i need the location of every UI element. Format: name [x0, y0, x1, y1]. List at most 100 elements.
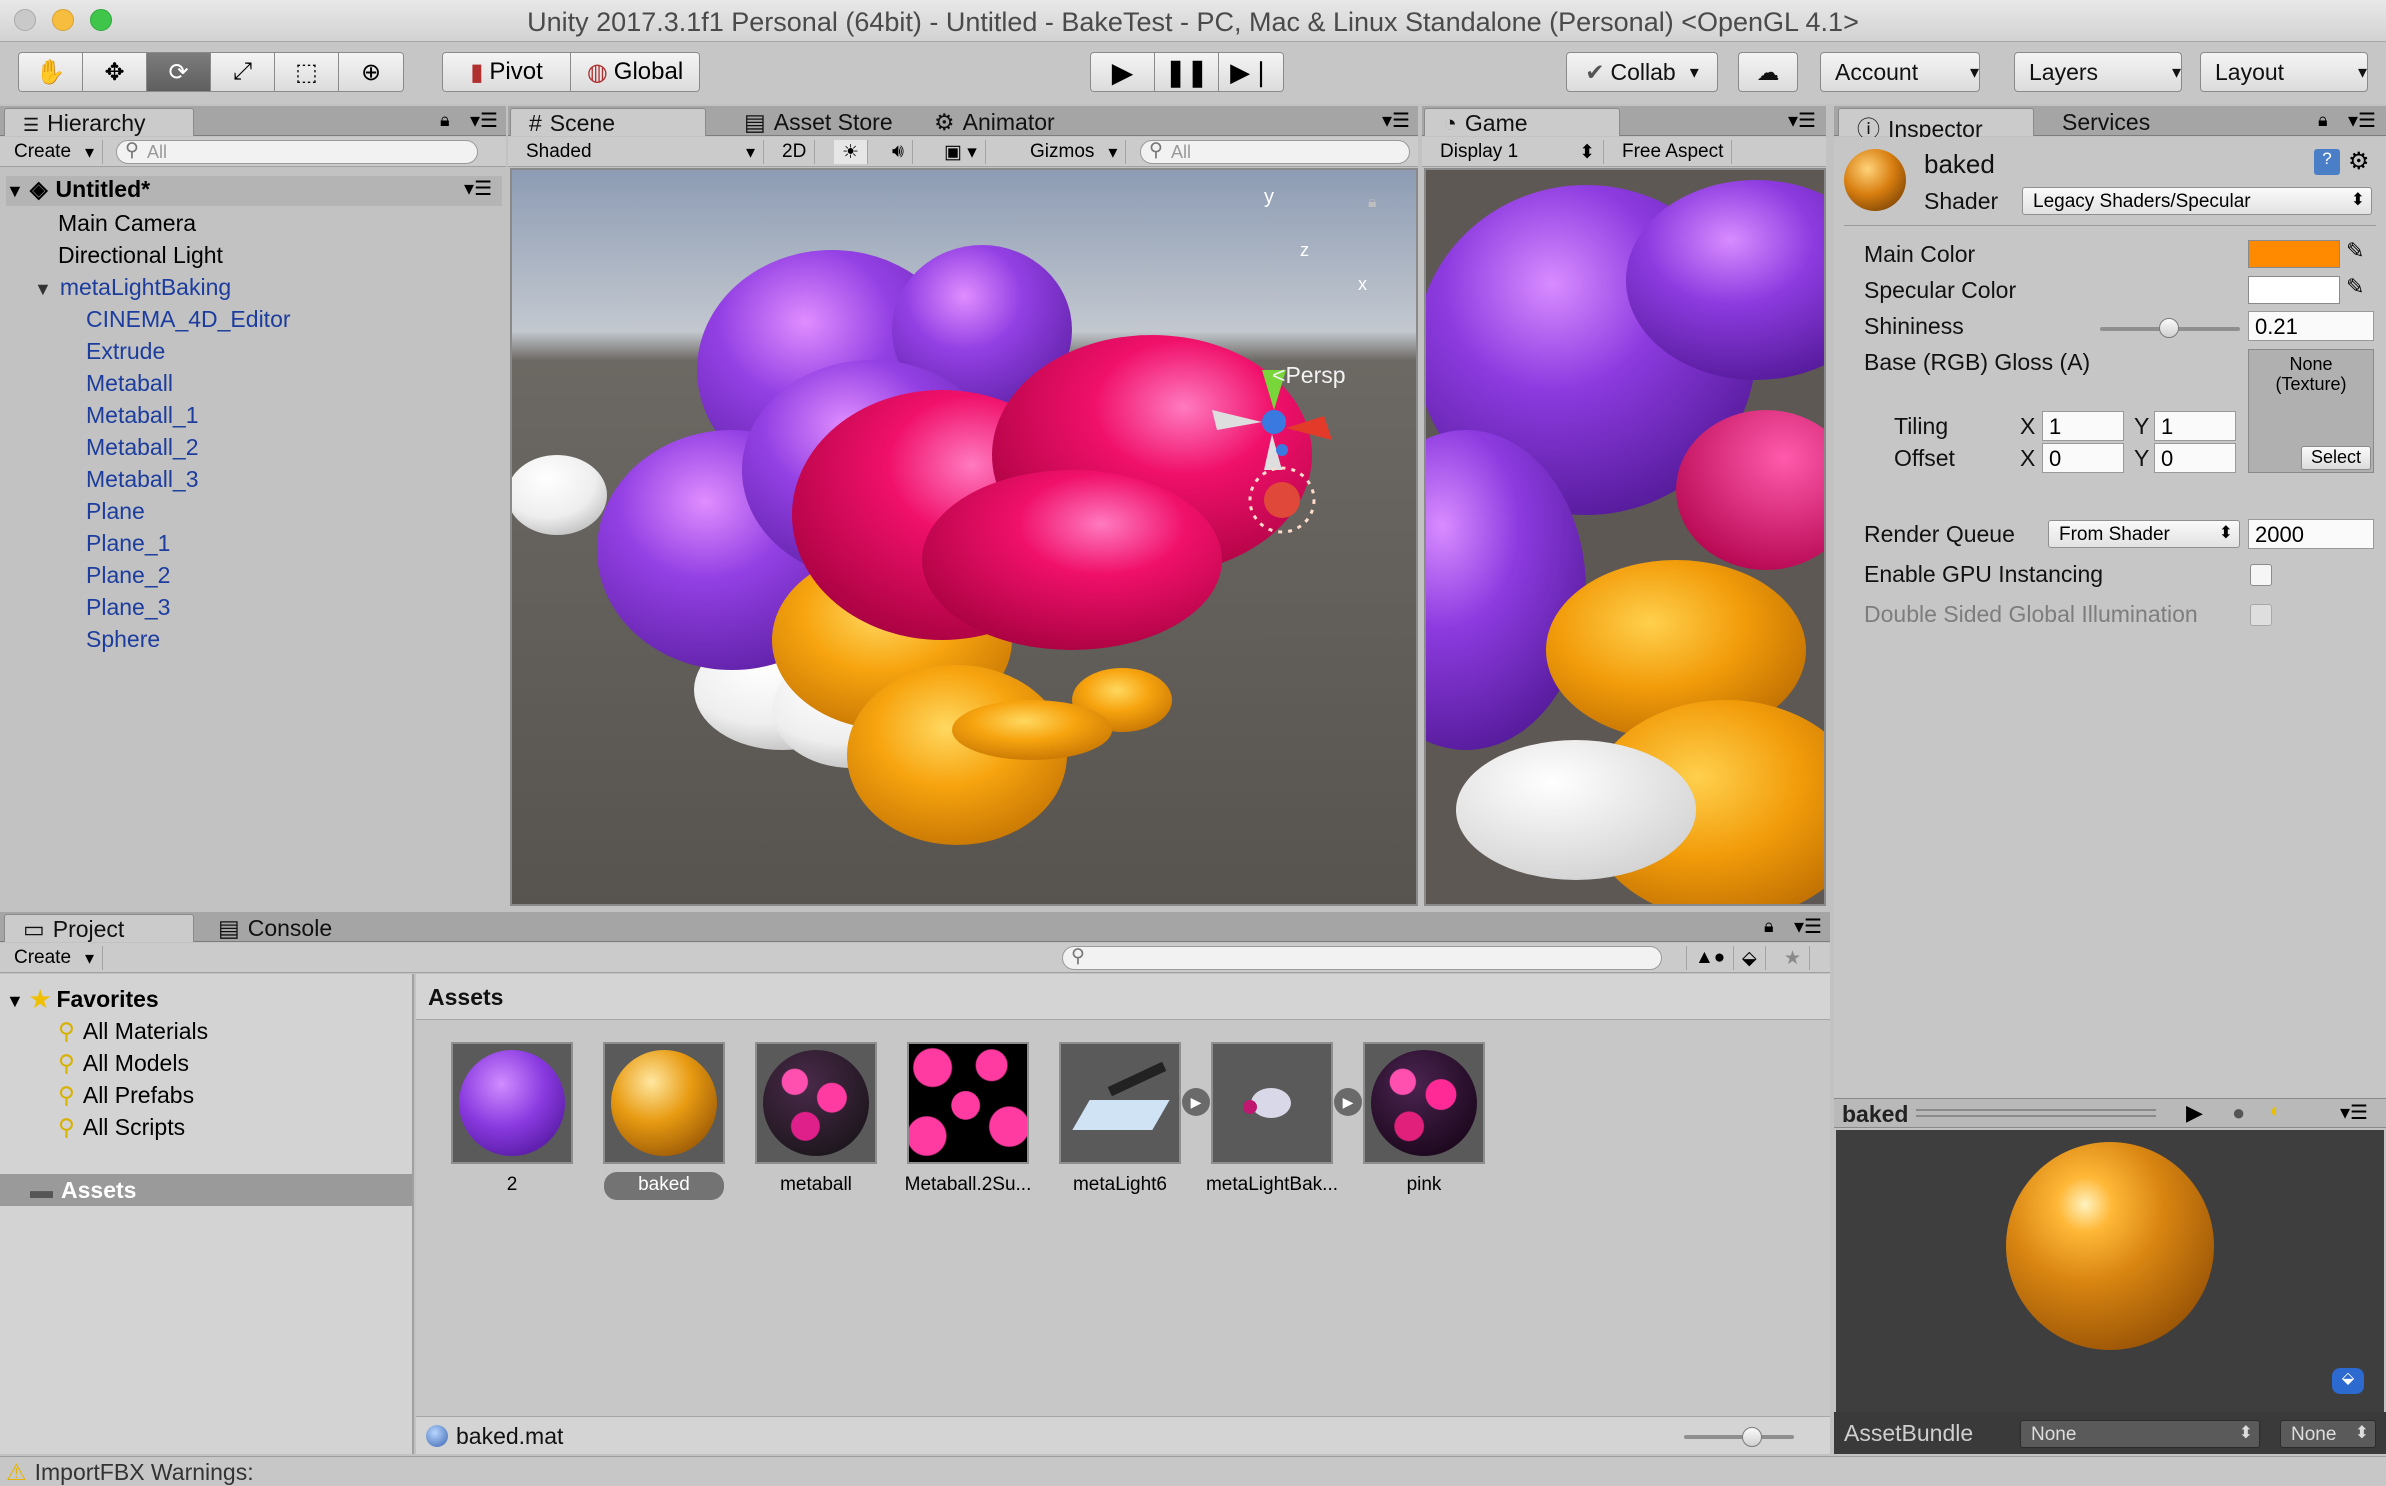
hierarchy-child[interactable]: Metaball_1 [86, 402, 199, 429]
scene-search-input[interactable]: All [1140, 139, 1410, 164]
tab-scene[interactable]: # Scene [510, 108, 706, 136]
panel-menu-icon[interactable]: ▾☰ [2348, 108, 2376, 133]
asset-item[interactable]: metaball [740, 1042, 892, 1200]
status-message[interactable]: ⚠ ImportFBX Warnings: [6, 1459, 254, 1486]
eyedropper-icon[interactable]: ✎ [2346, 238, 2364, 264]
panel-menu-icon[interactable]: ▾☰ [2340, 1100, 2368, 1125]
favorite-item[interactable]: ⚲ All Models [58, 1050, 189, 1077]
main-color-swatch[interactable] [2248, 240, 2340, 268]
global-button[interactable]: ◍ Global [571, 53, 699, 91]
hierarchy-child[interactable]: Metaball [86, 370, 173, 397]
effects-toggle-icon[interactable]: ▣ ▾ [936, 140, 986, 164]
render-queue-dropdown[interactable]: From Shader [2048, 520, 2240, 548]
hierarchy-child[interactable]: Extrude [86, 338, 165, 365]
tab-services[interactable]: Services [2044, 108, 2150, 136]
hand-tool-icon[interactable]: ✋ [19, 53, 83, 91]
texture-select-button[interactable]: Select [2301, 446, 2371, 470]
hierarchy-child[interactable]: Sphere [86, 626, 160, 653]
scene-root-row[interactable]: ▼ ◈ Untitled* ▾☰ [6, 176, 502, 206]
lock-icon[interactable]: 🔒︎ [2318, 110, 2328, 131]
filter-type-icon[interactable]: ▲● [1686, 946, 1735, 970]
expand-arrow-icon[interactable]: ▼ [6, 181, 24, 201]
scene-menu-icon[interactable]: ▾☰ [464, 176, 492, 201]
hierarchy-child[interactable]: Plane_1 [86, 530, 170, 557]
play-icon[interactable]: ▶ [1091, 53, 1155, 91]
cloud-icon[interactable]: ☁ [1738, 52, 1798, 92]
hierarchy-create-button[interactable]: Create [6, 140, 104, 164]
rect-tool-icon[interactable]: ⬚ [275, 53, 339, 91]
rotate-tool-icon[interactable]: ⟳ [147, 53, 211, 91]
asset-item[interactable]: metaLight6 ▶ [1044, 1042, 1210, 1200]
hierarchy-item-main-camera[interactable]: Main Camera [58, 210, 196, 237]
render-queue-field[interactable]: 2000 [2248, 519, 2374, 549]
assetbundle-dropdown[interactable]: None [2020, 1420, 2260, 1448]
filter-label-icon[interactable]: ⬙ [1734, 946, 1766, 970]
audio-toggle-icon[interactable]: 🔊︎ [884, 140, 913, 164]
panel-menu-icon[interactable]: ▾☰ [1794, 914, 1822, 939]
offset-y-field[interactable]: 0 [2154, 443, 2236, 473]
hierarchy-child[interactable]: Plane [86, 498, 145, 525]
specular-color-swatch[interactable] [2248, 276, 2340, 304]
assets-folder-row[interactable]: ▬ Assets [0, 1174, 412, 1206]
persp-label[interactable]: <Persp [1272, 362, 1346, 389]
hierarchy-child[interactable]: Metaball_3 [86, 466, 199, 493]
hierarchy-item-directional-light[interactable]: Directional Light [58, 242, 223, 269]
asset-item[interactable]: pink [1348, 1042, 1500, 1200]
transform-tool-icon[interactable]: ⊕ [339, 53, 403, 91]
icon-size-slider-thumb[interactable] [1742, 1427, 1762, 1447]
expand-arrow-icon[interactable]: ▼ [34, 279, 52, 299]
project-create-button[interactable]: Create [6, 946, 104, 970]
asset-item[interactable]: metaLightBak... ▶ [1196, 1042, 1362, 1200]
tab-project[interactable]: ▭ Project [4, 914, 194, 942]
favorite-item[interactable]: ⚲ All Materials [58, 1018, 208, 1045]
tab-game[interactable]: ◔ Game [1424, 108, 1620, 136]
texture-slot[interactable]: None (Texture) Select [2248, 349, 2374, 473]
step-icon[interactable]: ▶❘ [1219, 53, 1283, 91]
gizmo-lock-icon[interactable]: 🔒︎ [1368, 194, 1377, 212]
shading-mode-dropdown[interactable]: Shaded [518, 140, 764, 164]
pause-icon[interactable]: ❚❚ [1155, 53, 1219, 91]
preview-light-icon[interactable]: ◐ [2270, 1100, 2282, 1123]
hierarchy-child[interactable]: Metaball_2 [86, 434, 199, 461]
gpu-instancing-checkbox[interactable] [2250, 564, 2272, 586]
tab-hierarchy[interactable]: ☰ Hierarchy [4, 108, 194, 136]
tab-asset-store[interactable]: ▤ Asset Store [726, 108, 893, 136]
offset-x-field[interactable]: 0 [2042, 443, 2124, 473]
asset-item[interactable]: Metaball.2Su... [892, 1042, 1044, 1200]
layers-dropdown[interactable]: Layers [2014, 52, 2182, 92]
panel-menu-icon[interactable]: ▾☰ [1788, 108, 1816, 133]
hierarchy-search-input[interactable]: All [116, 139, 478, 164]
collab-button[interactable]: ✔ Collab [1566, 52, 1718, 92]
material-preview[interactable]: ⬙ [1836, 1130, 2384, 1412]
account-dropdown[interactable]: Account [1820, 52, 1980, 92]
help-book-icon[interactable]: ? [2314, 149, 2340, 175]
eyedropper-icon[interactable]: ✎ [2346, 274, 2364, 300]
display-dropdown[interactable]: Display 1 ⬍ [1432, 140, 1604, 164]
gear-icon[interactable]: ⚙ [2348, 147, 2370, 176]
assetbundle-variant-dropdown[interactable]: None [2280, 1420, 2376, 1448]
preview-play-icon[interactable]: ▶ [2186, 1100, 2203, 1126]
icon-size-slider[interactable] [1684, 1435, 1794, 1439]
breadcrumb[interactable]: Assets [428, 984, 503, 1011]
favorite-item[interactable]: ⚲ All Prefabs [58, 1082, 194, 1109]
scene-viewport[interactable]: y x z 🔒︎ <Persp [510, 168, 1418, 906]
shininess-slider-thumb[interactable] [2159, 318, 2180, 338]
layout-dropdown[interactable]: Layout [2200, 52, 2368, 92]
scale-tool-icon[interactable]: ⤢ [211, 53, 275, 91]
favorite-star-icon[interactable]: ★ [1776, 946, 1811, 970]
panel-menu-icon[interactable]: ▾☰ [1382, 108, 1410, 133]
tab-animator[interactable]: ⚙ Animator [916, 108, 1055, 136]
tiling-y-field[interactable]: 1 [2154, 411, 2236, 441]
tag-icon[interactable]: ⬙ [2332, 1368, 2364, 1394]
asset-item[interactable]: 2 [436, 1042, 588, 1200]
move-tool-icon[interactable]: ✥ [83, 53, 147, 91]
lighting-toggle-icon[interactable]: ☀ [834, 140, 869, 164]
hierarchy-item-metalightbaking[interactable]: ▼ metaLightBaking [34, 274, 231, 301]
preview-sphere-icon[interactable]: ● [2232, 1100, 2245, 1126]
aspect-dropdown[interactable]: Free Aspect [1614, 140, 1733, 164]
hierarchy-child[interactable]: Plane_3 [86, 594, 170, 621]
gizmos-dropdown[interactable]: Gizmos [1022, 140, 1127, 164]
pivot-button[interactable]: ▮ Pivot [443, 53, 571, 91]
lock-icon[interactable]: 🔒︎ [1764, 916, 1774, 937]
shininess-field[interactable]: 0.21 [2248, 311, 2374, 341]
